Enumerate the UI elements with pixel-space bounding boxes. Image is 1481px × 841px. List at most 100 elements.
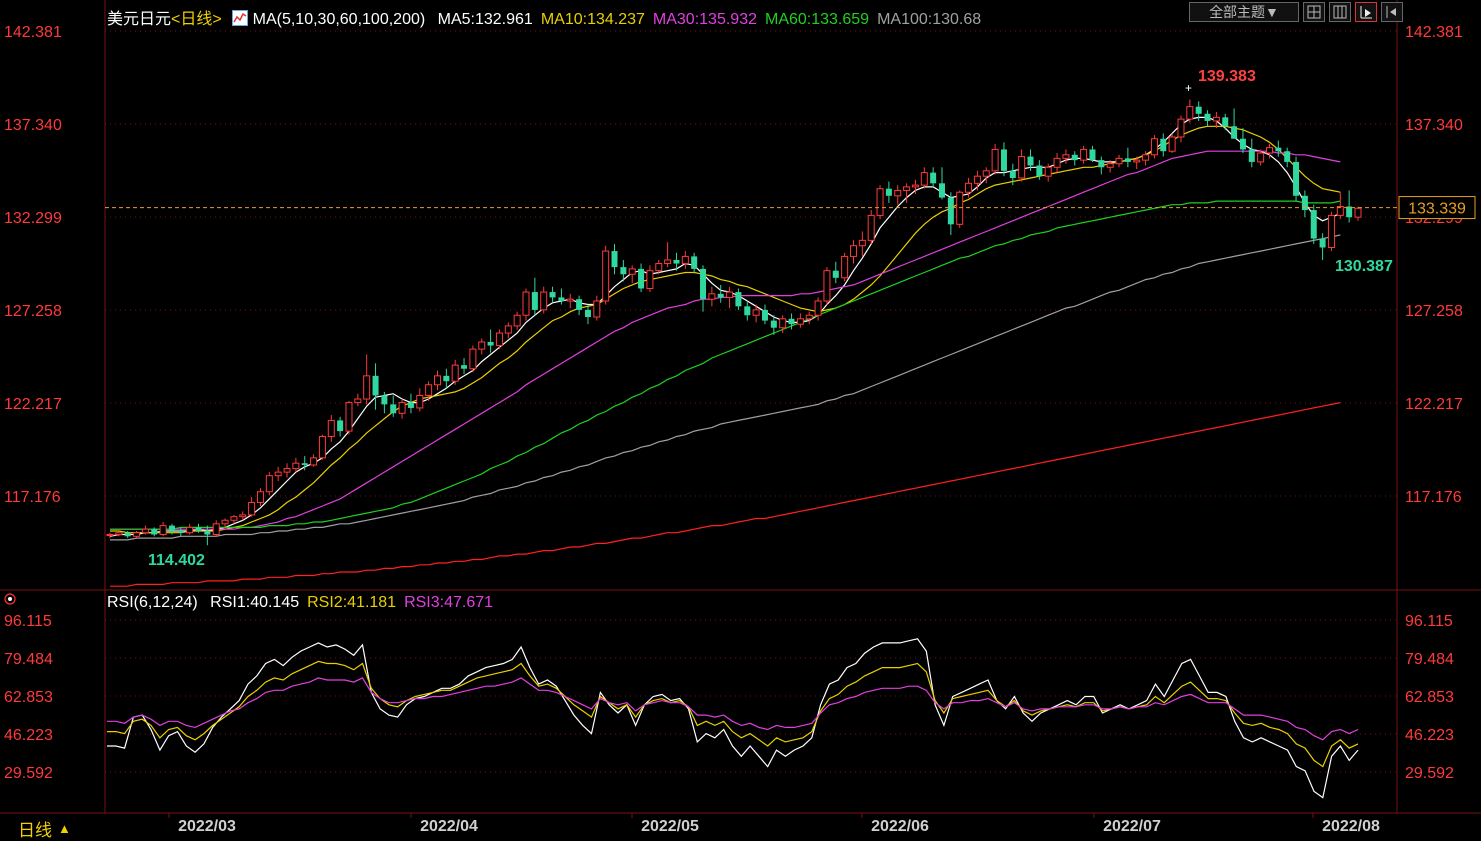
- candle: [849, 240, 857, 264]
- period-selector[interactable]: 日线 ▲: [0, 816, 100, 840]
- low-price-label-right: 130.387: [1335, 258, 1393, 275]
- ma-line-ma5: [109, 116, 1341, 537]
- candle: [337, 416, 344, 437]
- candle: [487, 329, 494, 353]
- x-tick-label: 2022/07: [1103, 818, 1161, 835]
- candle: [106, 532, 114, 539]
- ma-value-0: MA5:132.961: [437, 11, 533, 28]
- current-price-label: 133.339: [1408, 201, 1466, 218]
- candle: [1275, 140, 1282, 157]
- candle: [504, 322, 512, 339]
- ma-indicator-label: MA(5,10,30,60,100,200): [252, 11, 426, 28]
- rsi-y-tick-left: 29.592: [4, 765, 53, 782]
- candle: [939, 167, 945, 200]
- period-label[interactable]: <日线>: [171, 11, 222, 28]
- high-price-label: 139.383: [1198, 68, 1256, 85]
- rsi-line-rsi3: [107, 677, 1359, 741]
- candle: [841, 252, 849, 282]
- candle: [513, 311, 521, 330]
- main-y-tick-left: 132.299: [4, 210, 62, 227]
- candle: [478, 338, 486, 355]
- candle: [372, 363, 379, 410]
- candle: [1000, 142, 1007, 177]
- rsi-line-rsi1: [107, 638, 1359, 799]
- rsi-value-2: RSI3:47.671: [404, 594, 494, 611]
- symbol-title: 美元日元: [107, 11, 172, 28]
- candle: [1186, 99, 1194, 123]
- candle: [204, 525, 211, 546]
- candle: [398, 399, 406, 419]
- candle: [638, 263, 645, 293]
- chart-canvas[interactable]: 142.381142.381137.340137.340132.299132.2…: [0, 0, 1481, 840]
- candle: [1327, 211, 1335, 252]
- candle: [531, 277, 538, 316]
- candle: [920, 167, 928, 189]
- candle: [1053, 153, 1061, 173]
- moving-average-lines: [109, 116, 1341, 587]
- toolbar: 全部主题▼: [1189, 2, 1403, 22]
- candle: [1239, 128, 1246, 154]
- price-annotations: 133.339 139.383 +114.402 130.387: [105, 68, 1476, 569]
- candle: [947, 192, 954, 236]
- candle: [1071, 151, 1078, 166]
- candle: [522, 288, 530, 321]
- candle: [584, 304, 591, 325]
- rsi-lines: [107, 638, 1359, 799]
- candle: [1150, 135, 1158, 159]
- candle: [628, 265, 636, 284]
- theme-select-button[interactable]: 全部主题▼: [1189, 2, 1299, 22]
- candle: [576, 295, 583, 316]
- candle: [1018, 149, 1026, 182]
- candle: [761, 304, 768, 325]
- ma-line-ma200: [110, 402, 1341, 587]
- rsi-values: RSI1:40.145 RSI2:41.181 RSI3:47.671: [202, 594, 493, 611]
- candle: [832, 261, 839, 284]
- candle: [1098, 156, 1105, 175]
- layout-columns-icon[interactable]: [1329, 2, 1351, 22]
- candle: [1080, 145, 1088, 164]
- main-y-tick-left: 117.176: [4, 489, 61, 506]
- chart-view-icon[interactable]: [1355, 2, 1377, 22]
- main-y-tick-left: 137.340: [4, 117, 62, 134]
- expand-panel-icon[interactable]: [1381, 2, 1403, 22]
- candle: [354, 393, 362, 407]
- ma-line-ma60: [110, 200, 1341, 530]
- candle: [566, 293, 574, 309]
- candle: [1284, 147, 1291, 168]
- ma-values: MA5:132.961 MA10:134.237 MA30:135.932 MA60:…: [430, 11, 982, 28]
- main-y-tick-right: 127.258: [1405, 303, 1463, 320]
- candle: [292, 457, 300, 473]
- high-marker: +: [1185, 81, 1192, 95]
- candle: [433, 370, 441, 391]
- candle: [805, 311, 813, 325]
- candle: [956, 190, 964, 228]
- rsi-label: RSI(6,12,24): [107, 594, 198, 611]
- candle: [274, 466, 282, 482]
- main-y-tick-right: 137.340: [1405, 117, 1463, 134]
- candle: [611, 243, 618, 275]
- x-tick-label: 2022/08: [1322, 818, 1380, 835]
- rsi-y-tick-left: 62.853: [4, 689, 53, 706]
- indicator-settings-icon[interactable]: [4, 593, 16, 605]
- candle: [646, 265, 654, 293]
- candle: [248, 497, 256, 517]
- candle: [823, 267, 831, 305]
- rsi-y-tick-left: 96.115: [4, 613, 52, 630]
- main-y-tick-right: 122.217: [1405, 396, 1463, 413]
- candle: [186, 523, 194, 535]
- candle: [1115, 154, 1123, 168]
- rsi-value-0: RSI1:40.145: [210, 594, 300, 611]
- candle: [1319, 233, 1326, 260]
- candle: [1293, 156, 1300, 202]
- candle: [327, 415, 335, 442]
- candle: [256, 488, 264, 506]
- candle: [1177, 115, 1185, 143]
- candle: [1310, 204, 1317, 244]
- candle: [461, 358, 468, 375]
- layout-grid-icon[interactable]: [1303, 2, 1325, 22]
- candle: [735, 288, 742, 310]
- ma-indicator-icon[interactable]: [232, 10, 249, 26]
- candle: [1222, 113, 1229, 130]
- candle: [558, 288, 565, 305]
- candle: [876, 185, 884, 219]
